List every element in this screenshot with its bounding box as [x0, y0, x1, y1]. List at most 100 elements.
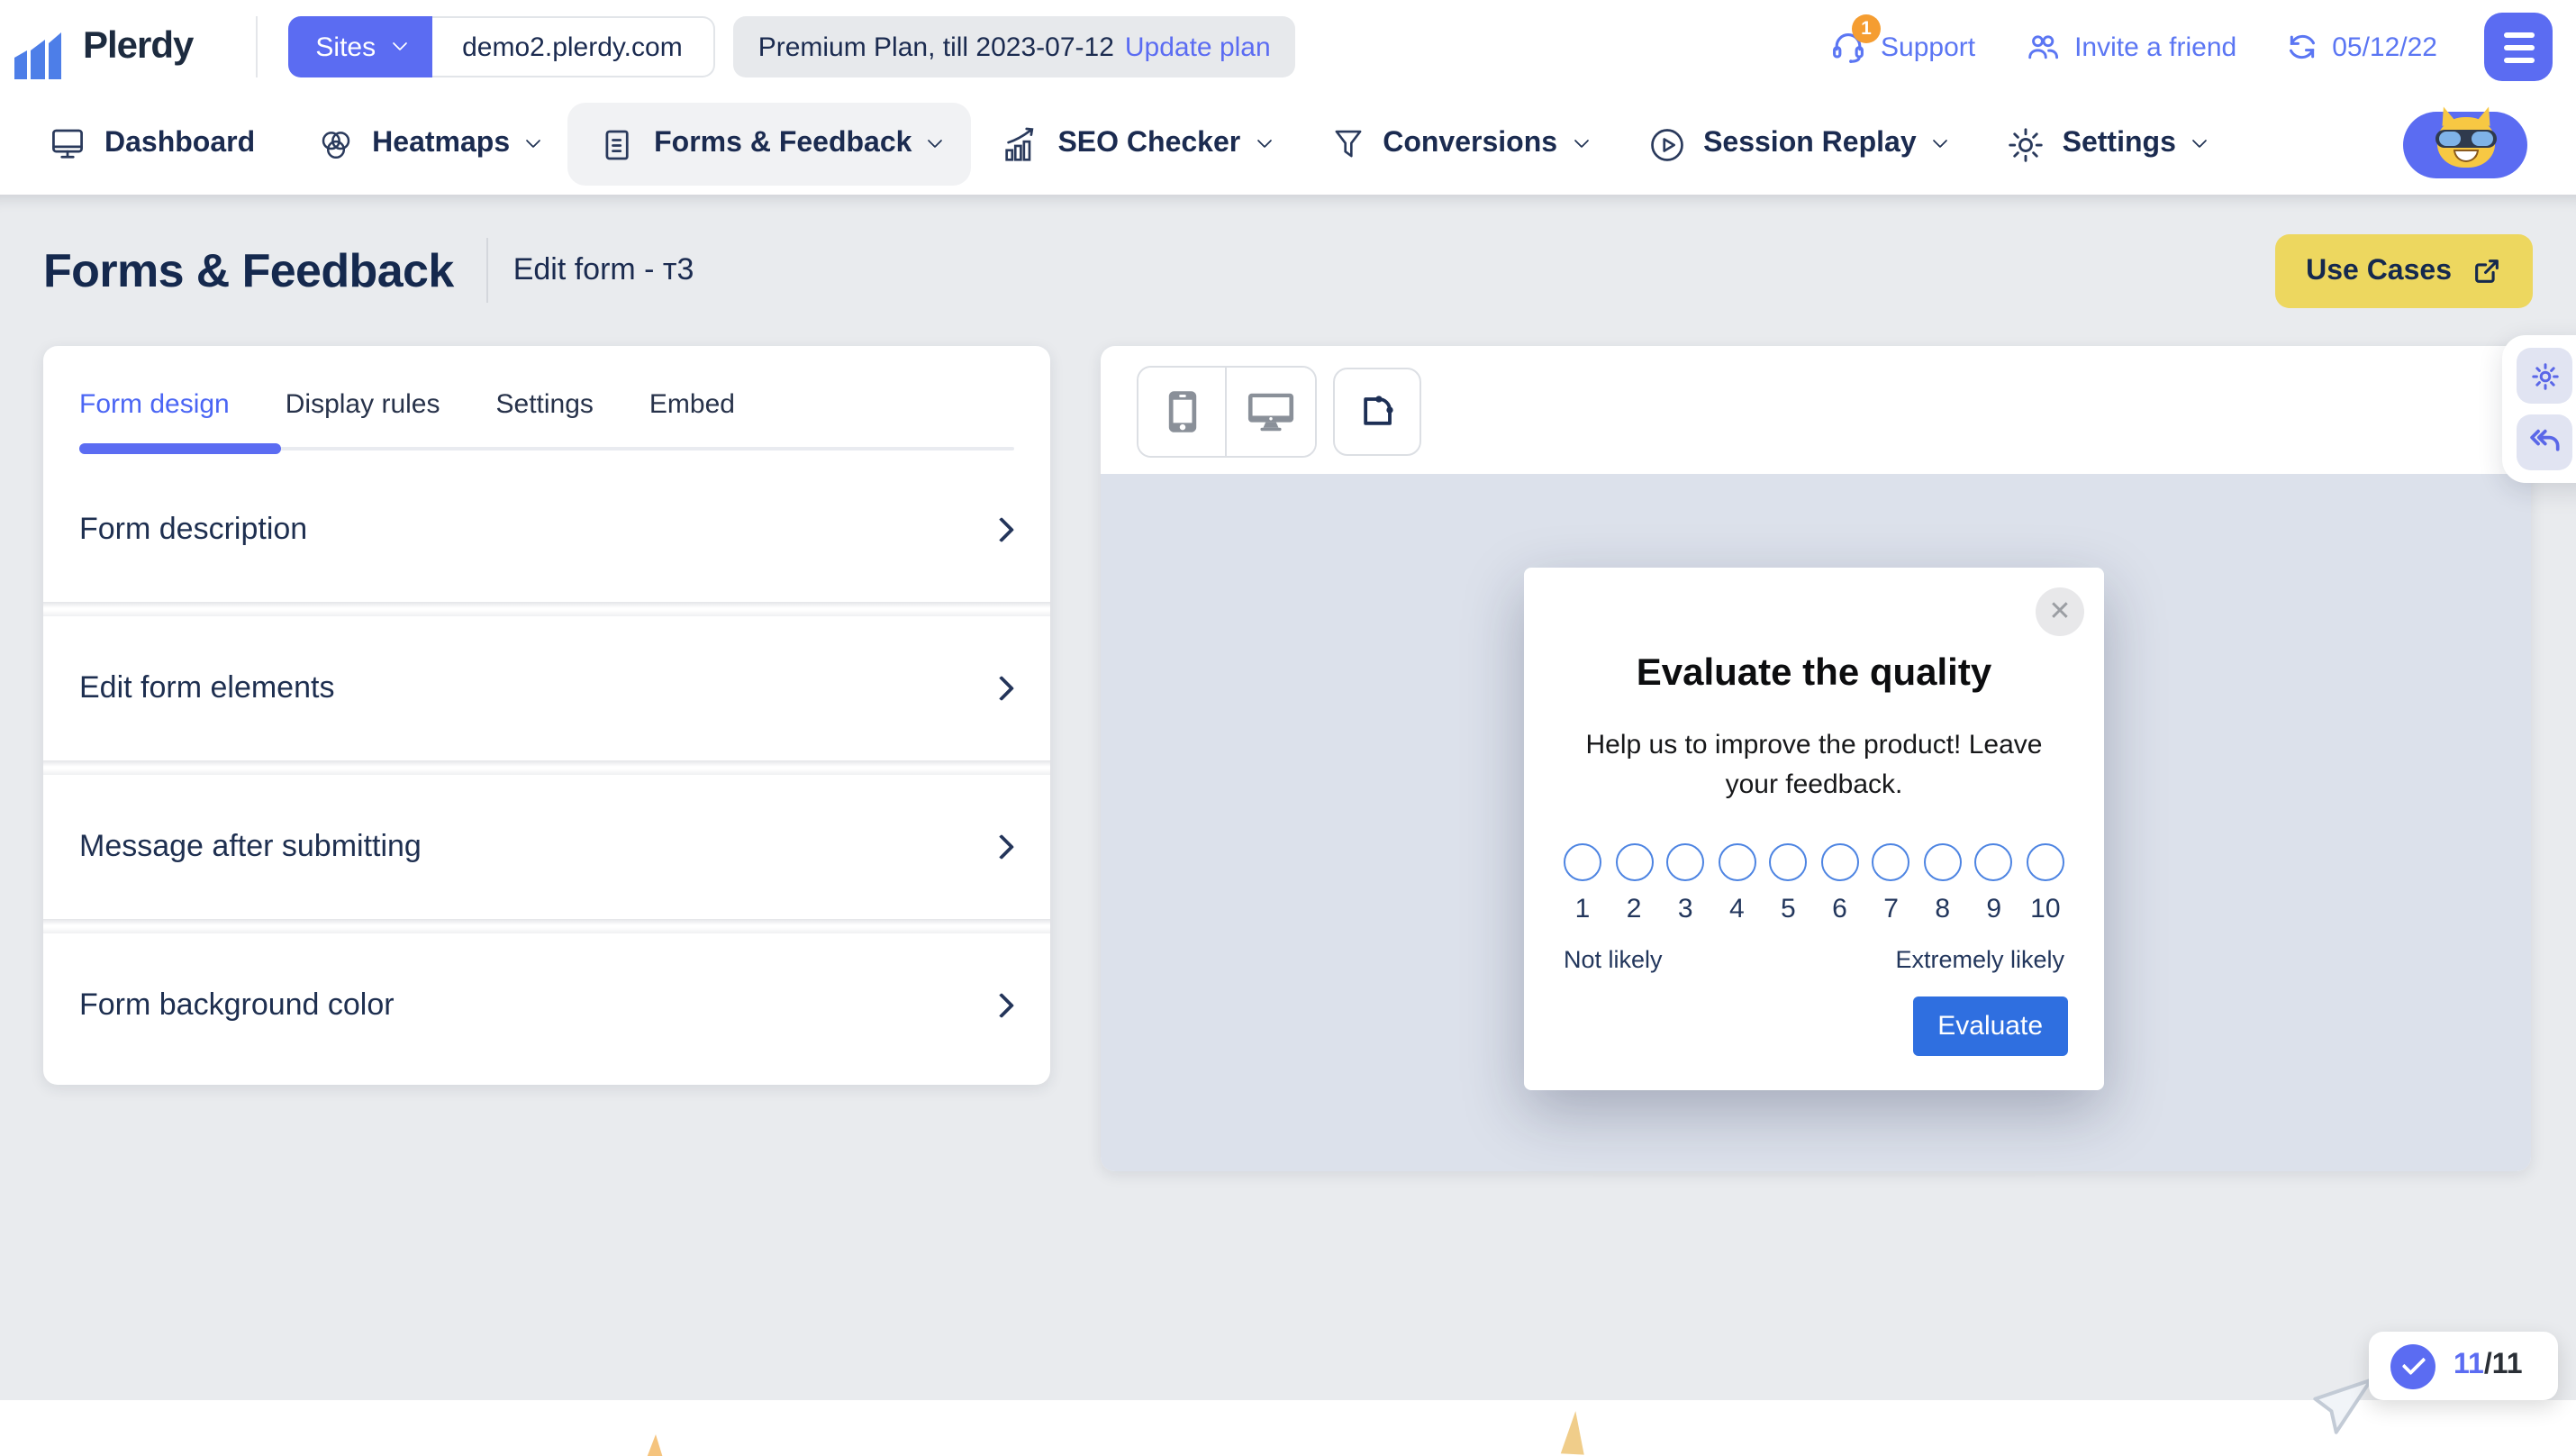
chevron-down-icon	[1256, 133, 1272, 149]
progress-counter: 11/11	[2454, 1350, 2523, 1382]
nav-item-dashboard[interactable]: Dashboard	[47, 124, 255, 164]
chevron-down-icon	[928, 133, 943, 149]
desktop-icon	[1247, 390, 1295, 433]
chevron-right-icon	[989, 517, 1014, 542]
floating-tools-panel	[2502, 335, 2576, 483]
hamburger-menu-button[interactable]	[2484, 13, 2553, 81]
people-icon	[2022, 27, 2062, 67]
user-avatar-button[interactable]	[2403, 111, 2527, 177]
gear-icon	[2005, 123, 2046, 165]
section-label: Message after submitting	[79, 829, 422, 865]
modal-description: Help us to improve the product! Leave yo…	[1556, 726, 2072, 805]
support-badge: 1	[1852, 14, 1881, 43]
rating-circle-2[interactable]	[1615, 842, 1653, 880]
nav-label: Dashboard	[104, 128, 255, 160]
section-label: Form background color	[79, 987, 395, 1024]
page-title: Forms & Feedback	[43, 242, 454, 298]
use-cases-button[interactable]: Use Cases	[2275, 234, 2533, 308]
rating-number: 1	[1564, 893, 1601, 924]
main-nav: Dashboard Heatmaps Forms & Feedback SEO …	[0, 94, 2576, 195]
plerdy-app: Plerdy Sites demo2.plerdy.com Premium Pl…	[0, 0, 2576, 1456]
rating-numbers: 1 2 3 4 5 6 7 8 9 10	[1524, 893, 2104, 924]
check-circle-icon	[2390, 1343, 2435, 1388]
invite-friend-link[interactable]: Invite a friend	[2022, 27, 2236, 67]
max-label: Extremely likely	[1895, 945, 2064, 972]
section-form-background-color[interactable]: Form background color	[43, 926, 1050, 1085]
section-message-after-submitting[interactable]: Message after submitting	[43, 768, 1050, 926]
nav-item-conversions[interactable]: Conversions	[1329, 124, 1586, 164]
support-label: Support	[1881, 32, 1975, 62]
chevron-right-icon	[989, 676, 1014, 701]
rating-circle-7[interactable]	[1873, 842, 1910, 880]
form-document-icon	[598, 123, 638, 165]
invite-label: Invite a friend	[2074, 32, 2236, 62]
nav-label: Heatmaps	[372, 128, 510, 160]
rating-circle-9[interactable]	[1975, 842, 2013, 880]
use-cases-label: Use Cases	[2306, 255, 2452, 287]
ukraine-flag-icon	[200, 18, 231, 40]
device-toolbar	[1137, 366, 1421, 458]
rating-circle-6[interactable]	[1820, 842, 1858, 880]
undo-reply-button[interactable]	[2517, 414, 2572, 470]
editor-tabs: Form design Display rules Settings Embed	[43, 346, 1050, 450]
form-editor-card: Form design Display rules Settings Embed…	[43, 346, 1050, 1085]
tab-settings[interactable]: Settings	[496, 389, 594, 450]
tab-display-rules[interactable]: Display rules	[286, 389, 440, 450]
section-edit-form-elements[interactable]: Edit form elements	[43, 609, 1050, 768]
section-form-description[interactable]: Form description	[43, 450, 1050, 609]
nav-item-settings[interactable]: Settings	[2005, 123, 2205, 165]
rating-number: 9	[1975, 893, 2013, 924]
nav-item-session-replay[interactable]: Session Replay	[1646, 123, 1946, 165]
support-link[interactable]: 1 Support	[1828, 27, 1975, 67]
nav-label: Session Replay	[1703, 128, 1917, 160]
smartphone-icon	[1165, 389, 1199, 434]
rating-circle-3[interactable]	[1666, 842, 1704, 880]
progress-total: /11	[2484, 1350, 2523, 1380]
nav-item-forms-feedback[interactable]: Forms & Feedback	[567, 103, 971, 186]
rating-number: 5	[1769, 893, 1807, 924]
chevron-right-icon	[989, 993, 1014, 1018]
nav-label: Settings	[2063, 128, 2176, 160]
corner-radius-button[interactable]	[1333, 368, 1421, 456]
external-link-icon	[2472, 256, 2502, 287]
monitor-icon	[47, 124, 88, 164]
progress-widget[interactable]: 11/11	[2369, 1332, 2558, 1400]
rating-circle-4[interactable]	[1718, 842, 1755, 880]
nav-item-heatmaps[interactable]: Heatmaps	[314, 123, 539, 165]
sites-label: Sites	[315, 32, 376, 62]
chevron-down-icon	[1574, 133, 1589, 149]
chevron-down-icon	[392, 36, 407, 51]
feedback-form-modal: ✕ Evaluate the quality Help us to improv…	[1524, 568, 2104, 1090]
close-icon[interactable]: ✕	[2036, 587, 2084, 636]
plerdy-logo[interactable]: Plerdy	[14, 14, 231, 79]
rating-number: 7	[1873, 893, 1910, 924]
play-circle-icon	[1646, 123, 1687, 165]
top-header: Plerdy Sites demo2.plerdy.com Premium Pl…	[0, 0, 2576, 94]
evaluate-submit-button[interactable]: Evaluate	[1912, 996, 2068, 1056]
section-label: Edit form elements	[79, 670, 334, 706]
mobile-preview-button[interactable]	[1138, 368, 1227, 456]
chevron-down-icon	[2191, 133, 2207, 149]
date-label: 05/12/22	[2332, 32, 2437, 62]
sites-dropdown-button[interactable]: Sites	[288, 16, 431, 77]
progress-current: 11	[2454, 1350, 2484, 1380]
bottom-white-band	[0, 1400, 2576, 1456]
site-selector: Sites demo2.plerdy.com	[288, 16, 714, 77]
tab-embed[interactable]: Embed	[649, 389, 735, 450]
triangle-decoration	[647, 1434, 663, 1456]
rating-circle-1[interactable]	[1564, 842, 1601, 880]
form-settings-button[interactable]	[2517, 348, 2572, 404]
update-plan-link[interactable]: Update plan	[1125, 32, 1271, 62]
tab-form-design[interactable]: Form design	[79, 389, 230, 450]
current-domain[interactable]: demo2.plerdy.com	[431, 16, 715, 77]
rating-circle-5[interactable]	[1769, 842, 1807, 880]
desktop-preview-button[interactable]	[1227, 368, 1315, 456]
date-refresh[interactable]: 05/12/22	[2283, 29, 2437, 65]
nav-label: Conversions	[1383, 128, 1557, 160]
rating-circle-10[interactable]	[2027, 842, 2064, 880]
editor-sections: Form description Edit form elements Mess…	[43, 450, 1050, 1085]
rating-circle-8[interactable]	[1924, 842, 1962, 880]
nav-item-seo-checker[interactable]: SEO Checker	[1000, 123, 1269, 165]
plan-text: Premium Plan, till 2023-07-12	[758, 32, 1114, 62]
nav-label: SEO Checker	[1057, 128, 1240, 160]
